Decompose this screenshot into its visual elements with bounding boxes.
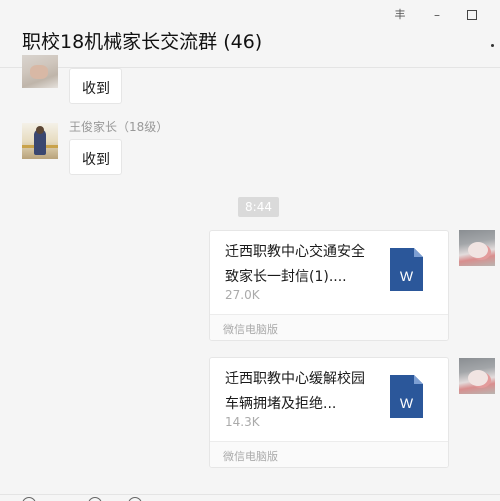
time-divider: 8:44 [238, 197, 279, 217]
user-avatar-icon[interactable] [22, 123, 58, 159]
file-message-card[interactable]: 迁西职教中心交通安全致家长一封信(1).... 27.0K W 微信电脑版 [209, 230, 449, 341]
my-avatar-icon[interactable] [459, 358, 495, 394]
input-toolbar-divider [0, 494, 500, 495]
file-name: 迁西职教中心交通安全致家长一封信(1).... [225, 244, 365, 285]
avatar-head [36, 126, 44, 134]
file-size: 27.0K [225, 288, 260, 302]
more-options-icon[interactable] [491, 44, 494, 47]
folder-icon[interactable] [88, 497, 102, 501]
doc-letter: W [400, 395, 414, 411]
user-avatar-icon[interactable] [22, 55, 58, 88]
file-source: 微信电脑版 [210, 441, 448, 467]
word-doc-icon: W [390, 248, 423, 291]
emoji-icon[interactable] [22, 497, 36, 501]
file-message-card[interactable]: 迁西职教中心缓解校园车辆拥堵及拒绝... 14.3K W 微信电脑版 [209, 357, 449, 468]
sender-name: 王俊家长（18级） [69, 120, 169, 134]
minimize-button[interactable]: – [426, 6, 448, 24]
pin-icon[interactable]: 丰 [389, 6, 411, 24]
file-name: 迁西职教中心缓解校园车辆拥堵及拒绝... [225, 371, 365, 412]
maximize-button[interactable] [461, 6, 483, 24]
chat-title: 职校18机械家长交流群 (46) [22, 31, 263, 53]
message-bubble[interactable]: 收到 [69, 68, 122, 104]
avatar-face [30, 65, 48, 79]
avatar-flower [468, 370, 488, 386]
avatar-flower [468, 242, 488, 258]
word-doc-icon: W [390, 375, 423, 418]
file-size: 14.3K [225, 415, 260, 429]
file-source: 微信电脑版 [210, 314, 448, 340]
my-avatar-icon[interactable] [459, 230, 495, 266]
maximize-icon [467, 10, 477, 20]
message-bubble[interactable]: 收到 [69, 139, 122, 175]
screenshot-icon[interactable] [128, 497, 142, 501]
doc-letter: W [400, 268, 414, 284]
chat-header: 丰 – 职校18机械家长交流群 (46) [0, 0, 500, 68]
